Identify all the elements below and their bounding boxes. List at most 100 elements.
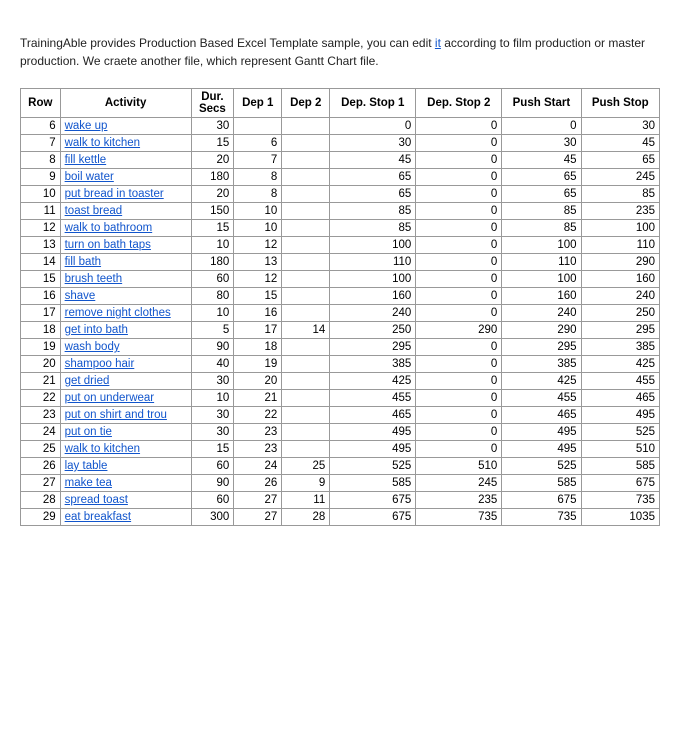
cell-value: 12 xyxy=(234,271,282,288)
cell-value: 465 xyxy=(330,407,416,424)
schedule-table: Row Activity Dur.Secs Dep 1 Dep 2 Dep. S… xyxy=(20,88,660,526)
cell-value: 20 xyxy=(234,373,282,390)
cell-value: 0 xyxy=(416,441,502,458)
cell-value: 7 xyxy=(234,152,282,169)
cell-value: 85 xyxy=(330,220,416,237)
cell-value: 495 xyxy=(330,441,416,458)
cell-value: 10 xyxy=(234,220,282,237)
cell-value: 110 xyxy=(502,254,581,271)
cell-activity: fill bath xyxy=(60,254,191,271)
cell-value: 13 xyxy=(234,254,282,271)
cell-value: 0 xyxy=(416,271,502,288)
cell-value: 295 xyxy=(502,339,581,356)
cell-value: 30 xyxy=(330,135,416,152)
cell-value: 585 xyxy=(502,475,581,492)
cell-value: 240 xyxy=(581,288,660,305)
cell-value: 525 xyxy=(330,458,416,475)
table-row: 10put bread in toaster2086506585 xyxy=(21,186,660,203)
cell-value: 45 xyxy=(330,152,416,169)
cell-row-num: 16 xyxy=(21,288,61,305)
cell-row-num: 7 xyxy=(21,135,61,152)
cell-value: 510 xyxy=(581,441,660,458)
cell-value: 675 xyxy=(581,475,660,492)
col-header-row: Row xyxy=(21,89,61,118)
cell-value: 425 xyxy=(502,373,581,390)
cell-value: 65 xyxy=(502,186,581,203)
table-row: 12walk to bathroom151085085100 xyxy=(21,220,660,237)
cell-value: 180 xyxy=(191,169,234,186)
cell-value: 290 xyxy=(581,254,660,271)
cell-activity: get into bath xyxy=(60,322,191,339)
edit-link[interactable]: it xyxy=(435,36,441,50)
cell-value: 80 xyxy=(191,288,234,305)
cell-value: 65 xyxy=(330,169,416,186)
cell-value: 245 xyxy=(416,475,502,492)
cell-activity: toast bread xyxy=(60,203,191,220)
cell-value: 17 xyxy=(234,322,282,339)
cell-value: 160 xyxy=(581,271,660,288)
cell-row-num: 22 xyxy=(21,390,61,407)
cell-row-num: 8 xyxy=(21,152,61,169)
cell-value: 0 xyxy=(416,254,502,271)
table-row: 28spread toast602711675235675735 xyxy=(21,492,660,509)
cell-activity: spread toast xyxy=(60,492,191,509)
cell-value: 585 xyxy=(581,458,660,475)
cell-value: 60 xyxy=(191,271,234,288)
cell-value: 290 xyxy=(416,322,502,339)
table-row: 21get dried30204250425455 xyxy=(21,373,660,390)
table-row: 20shampoo hair40193850385425 xyxy=(21,356,660,373)
cell-value: 30 xyxy=(191,424,234,441)
col-header-dep-stop2: Dep. Stop 2 xyxy=(416,89,502,118)
cell-value: 240 xyxy=(330,305,416,322)
cell-activity: put on underwear xyxy=(60,390,191,407)
cell-value xyxy=(282,254,330,271)
cell-value: 10 xyxy=(191,390,234,407)
cell-activity: walk to kitchen xyxy=(60,441,191,458)
cell-value: 735 xyxy=(416,509,502,526)
cell-value: 85 xyxy=(502,220,581,237)
cell-value: 0 xyxy=(416,373,502,390)
cell-row-num: 11 xyxy=(21,203,61,220)
cell-value: 30 xyxy=(581,118,660,135)
cell-value: 30 xyxy=(191,407,234,424)
cell-value xyxy=(282,271,330,288)
cell-value: 0 xyxy=(416,356,502,373)
cell-value: 525 xyxy=(581,424,660,441)
cell-value: 28 xyxy=(282,509,330,526)
cell-value: 30 xyxy=(191,118,234,135)
cell-value: 585 xyxy=(330,475,416,492)
cell-value xyxy=(282,220,330,237)
cell-value xyxy=(282,339,330,356)
cell-value xyxy=(282,424,330,441)
table-row: 24put on tie30234950495525 xyxy=(21,424,660,441)
cell-value: 85 xyxy=(502,203,581,220)
table-row: 26lay table602425525510525585 xyxy=(21,458,660,475)
cell-row-num: 15 xyxy=(21,271,61,288)
cell-row-num: 25 xyxy=(21,441,61,458)
cell-value xyxy=(282,356,330,373)
col-header-activity: Activity xyxy=(60,89,191,118)
cell-value: 30 xyxy=(502,135,581,152)
col-header-push-stop: Push Stop xyxy=(581,89,660,118)
cell-activity: put bread in toaster xyxy=(60,186,191,203)
cell-value: 0 xyxy=(416,118,502,135)
table-row: 6wake up3000030 xyxy=(21,118,660,135)
cell-value: 0 xyxy=(416,424,502,441)
table-row: 9boil water180865065245 xyxy=(21,169,660,186)
cell-value: 90 xyxy=(191,339,234,356)
cell-value: 25 xyxy=(282,458,330,475)
cell-value: 20 xyxy=(191,152,234,169)
cell-value xyxy=(282,441,330,458)
cell-value: 0 xyxy=(416,288,502,305)
cell-value: 675 xyxy=(502,492,581,509)
cell-value: 100 xyxy=(581,220,660,237)
table-row: 15brush teeth60121000100160 xyxy=(21,271,660,288)
cell-value: 45 xyxy=(502,152,581,169)
cell-value xyxy=(282,135,330,152)
cell-value: 0 xyxy=(416,135,502,152)
table-row: 11toast bread1501085085235 xyxy=(21,203,660,220)
cell-value: 20 xyxy=(191,186,234,203)
cell-value: 9 xyxy=(282,475,330,492)
cell-value: 675 xyxy=(330,492,416,509)
cell-value: 12 xyxy=(234,237,282,254)
